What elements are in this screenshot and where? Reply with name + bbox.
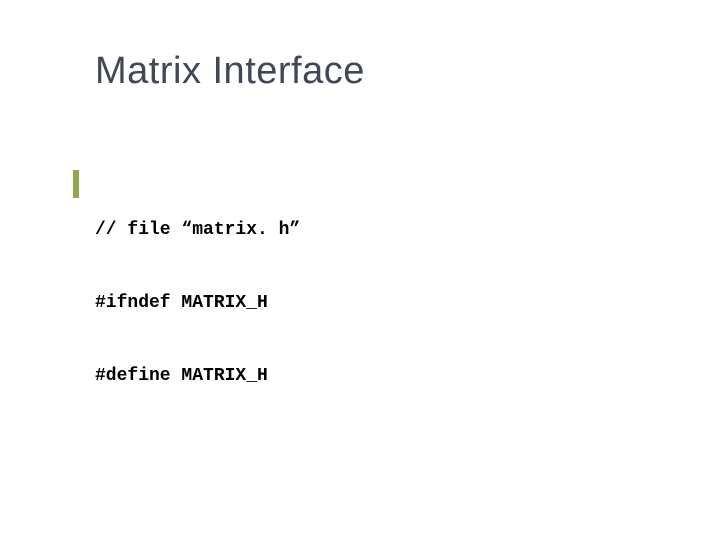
accent-bar — [73, 170, 79, 198]
code-line: #ifndef MATRIX_H — [95, 291, 720, 315]
slide: Matrix Interface // file “matrix. h” #if… — [0, 0, 720, 540]
code-block-1: // file “matrix. h” #ifndef MATRIX_H #de… — [95, 170, 720, 437]
code-line: // file “matrix. h” — [95, 218, 720, 242]
slide-title: Matrix Interface — [95, 50, 720, 93]
code-content: // file “matrix. h” #ifndef MATRIX_H #de… — [95, 121, 720, 540]
code-line: #define MATRIX_H — [95, 364, 720, 388]
code-block-2: #define T Matrix_t typedef struct T *T; — [95, 509, 720, 540]
